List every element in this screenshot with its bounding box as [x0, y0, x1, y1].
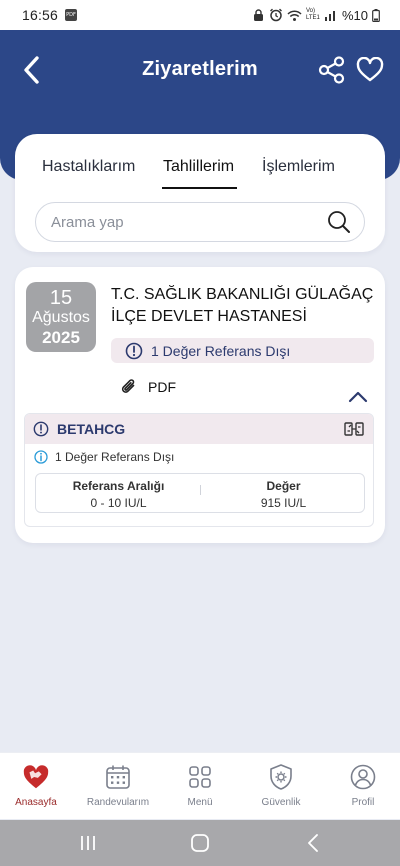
nav-label-guvenlik: Güvenlik: [261, 797, 301, 808]
calendar-icon: [104, 763, 132, 791]
paperclip-icon: [121, 379, 135, 393]
tab-islemlerim[interactable]: İşlemlerim: [262, 158, 335, 176]
user-icon: [349, 763, 377, 791]
system-nav-bar: [0, 820, 400, 866]
reference-table: Referans Aralığı 0 - 10 IU/L Değer 915 I…: [35, 473, 365, 513]
nav-label-randevularim: Randevularım: [86, 797, 150, 808]
visit-card: 15 Ağustos 2025 T.C. SAĞLIK BAKANLIĞI GÜ…: [15, 267, 385, 543]
compare-button[interactable]: [343, 419, 365, 439]
home-button[interactable]: [180, 831, 220, 855]
info-circle-icon: [34, 450, 48, 464]
out-of-range-badge: 1 Değer Referans Dışı: [111, 338, 374, 363]
bottom-navigation: Anasayfa Randevularım Menü Güvenlik Prof…: [0, 752, 400, 819]
test-header: BETAHCG: [25, 414, 373, 444]
test-note: 1 Değer Referans Dışı: [34, 450, 174, 464]
visit-day: 15: [49, 287, 73, 309]
collapse-button[interactable]: [345, 386, 371, 408]
nav-label-menu: Menü: [187, 797, 213, 808]
search-button[interactable]: [326, 209, 352, 235]
tabs-card: Hastalıklarım Tahlillerim İşlemlerim: [15, 134, 385, 252]
search-bar: [35, 202, 365, 242]
reference-header: Referans Aralığı: [72, 479, 165, 493]
nav-label-anasayfa: Anasayfa: [15, 797, 57, 808]
nav-anasayfa[interactable]: Anasayfa: [0, 761, 76, 817]
out-of-range-text: 1 Değer Referans Dışı: [151, 342, 291, 359]
nav-profil[interactable]: Profil: [323, 761, 400, 817]
tab-hastaliklarim[interactable]: Hastalıklarım: [42, 158, 135, 176]
home-icon: [191, 834, 209, 852]
reference-value: 0 - 10 IU/L: [90, 496, 147, 510]
visit-year: 2025: [42, 328, 80, 347]
test-note-text: 1 Değer Referans Dışı: [55, 450, 175, 464]
search-input[interactable]: [51, 213, 326, 231]
signal-icon: [324, 11, 335, 21]
reference-column: Referans Aralığı 0 - 10 IU/L: [36, 474, 201, 514]
tab-bar: Hastalıklarım Tahlillerim İşlemlerim: [15, 158, 385, 189]
grid-icon: [186, 763, 214, 791]
pdf-label: PDF: [148, 379, 176, 395]
recent-apps-icon: [81, 836, 95, 850]
hospital-name: T.C. SAĞLIK BAKANLIĞI GÜLAĞAÇ İLÇE DEVLE…: [111, 286, 374, 325]
tab-tahlillerim[interactable]: Tahlillerim: [163, 158, 234, 176]
favorite-button[interactable]: [350, 50, 390, 90]
pdf-download-link[interactable]: PDF: [120, 375, 176, 399]
wifi-icon: [287, 9, 302, 21]
nav-guvenlik[interactable]: Güvenlik: [241, 761, 321, 817]
test-name: BETAHCG: [57, 421, 126, 437]
active-tab-indicator: [162, 187, 237, 189]
visit-month: Ağustos: [32, 309, 90, 326]
heart-icon: [356, 57, 384, 82]
search-icon: [328, 211, 350, 233]
network-label: Vo) LTE1: [305, 8, 320, 21]
test-result-box: BETAHCG 1 Değer Referans Dışı Referans A…: [24, 413, 374, 527]
nav-label-profil: Profil: [351, 797, 375, 808]
status-time: 16:56: [22, 7, 59, 23]
value-column: Değer 915 IU/L: [201, 474, 366, 514]
share-button[interactable]: [312, 50, 352, 90]
shield-gear-icon: [267, 763, 295, 791]
result-value: 915 IU/L: [260, 496, 307, 510]
info-icon: [33, 421, 49, 437]
battery-percent: %10: [341, 7, 368, 23]
alarm-lock-icon: [253, 8, 263, 21]
value-header: Değer: [266, 479, 301, 493]
pdf-notification-icon: PDF: [65, 9, 78, 21]
chevron-up-icon: [348, 391, 368, 403]
back-arrow-icon: [308, 834, 318, 852]
status-indicators: Vo) LTE1 %10: [252, 8, 380, 23]
system-back-button[interactable]: [293, 831, 333, 855]
share-icon: [318, 56, 345, 84]
compare-icon: [344, 422, 364, 436]
status-bar: 16:56 PDF Vo) LTE1 %10: [0, 0, 400, 30]
heart-map-icon: [22, 763, 50, 791]
alarm-icon: [270, 8, 282, 22]
recent-apps-button[interactable]: [68, 831, 108, 855]
battery-icon: [372, 8, 380, 22]
nav-randevularim[interactable]: Randevularım: [78, 761, 158, 817]
visit-date-badge: 15 Ağustos 2025: [26, 282, 96, 352]
info-icon: [125, 342, 143, 359]
nav-menu[interactable]: Menü: [160, 761, 240, 817]
